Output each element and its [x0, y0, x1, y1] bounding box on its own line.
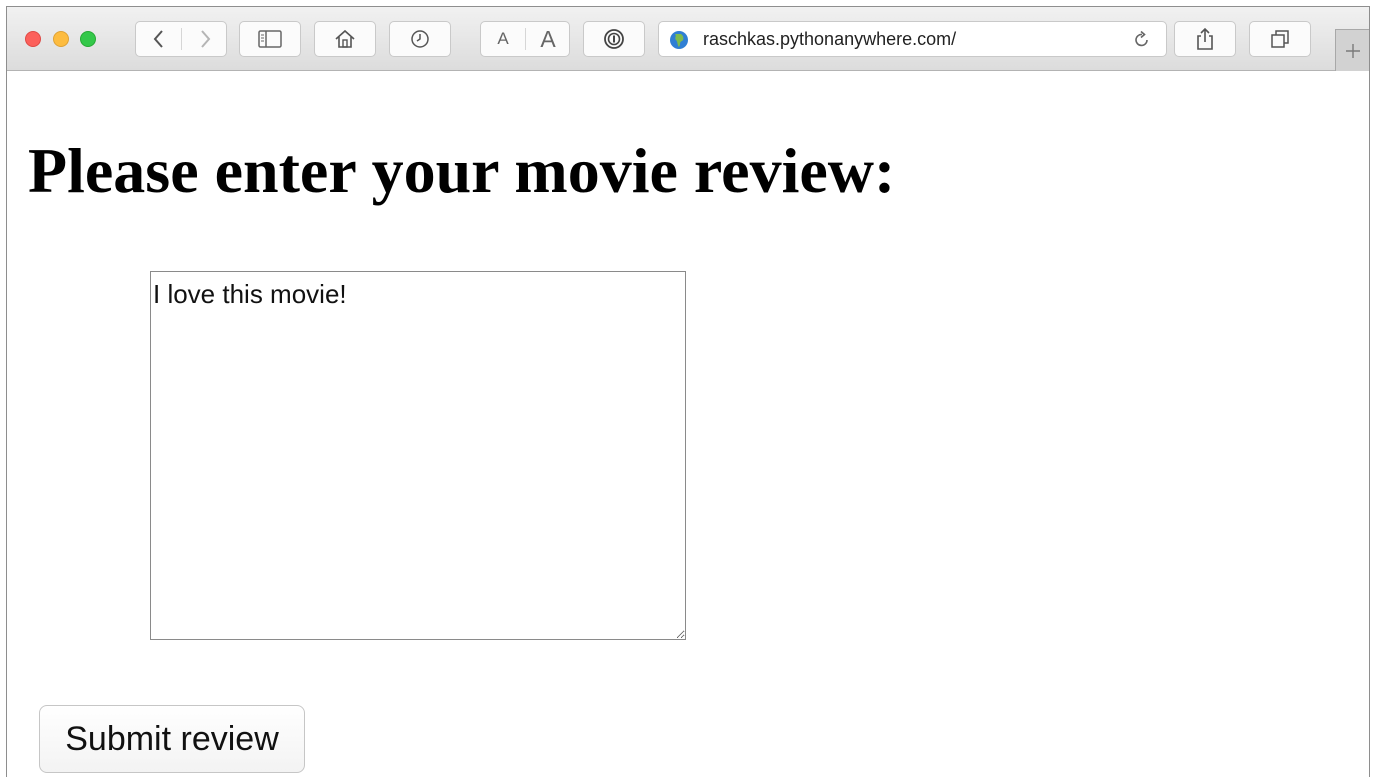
- browser-window: A A raschkas.pythonanywhere.com/ Please …: [6, 6, 1370, 777]
- page-title: Please enter your movie review:: [28, 135, 896, 206]
- home-button[interactable]: [314, 21, 376, 57]
- tabs-overview-button[interactable]: [1249, 21, 1311, 57]
- reload-icon[interactable]: [1132, 30, 1152, 50]
- password-button[interactable]: [583, 21, 645, 57]
- clock-icon: [411, 30, 429, 48]
- text-bigger-button[interactable]: A: [526, 22, 570, 56]
- zoom-window-button[interactable]: [80, 31, 96, 47]
- page-content: Please enter your movie review: I love t…: [7, 71, 1369, 777]
- close-window-button[interactable]: [25, 31, 41, 47]
- chevron-right-icon: [201, 30, 211, 48]
- back-button[interactable]: [136, 22, 182, 56]
- new-tab-button[interactable]: [1335, 29, 1369, 71]
- share-icon: [1197, 27, 1213, 50]
- history-button[interactable]: [389, 21, 451, 57]
- chevron-left-icon: [153, 30, 163, 48]
- text-size-buttons: A A: [480, 21, 570, 57]
- address-bar[interactable]: raschkas.pythonanywhere.com/: [658, 21, 1167, 57]
- home-icon: [335, 29, 355, 48]
- globe-icon: [670, 31, 688, 49]
- password-icon: [604, 29, 624, 49]
- back-forward-buttons: [135, 21, 227, 57]
- url-text: raschkas.pythonanywhere.com/: [703, 29, 957, 49]
- plus-icon: [1346, 43, 1360, 58]
- sidebar-button[interactable]: [239, 21, 301, 57]
- tabs-icon: [1271, 30, 1289, 48]
- minimize-window-button[interactable]: [53, 31, 69, 47]
- review-textarea[interactable]: I love this movie!: [150, 271, 686, 640]
- browser-toolbar: A A raschkas.pythonanywhere.com/: [7, 7, 1369, 71]
- share-button[interactable]: [1174, 21, 1236, 57]
- text-smaller-button[interactable]: A: [481, 22, 525, 56]
- sidebar-icon: [258, 30, 282, 48]
- forward-button[interactable]: [182, 22, 228, 56]
- submit-review-button[interactable]: Submit review: [39, 705, 305, 773]
